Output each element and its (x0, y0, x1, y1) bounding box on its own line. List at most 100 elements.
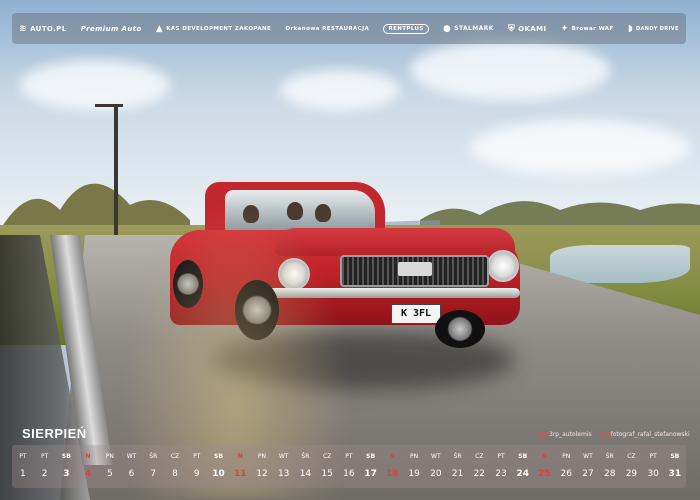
calendar-day: PT 2 (34, 445, 56, 488)
shield-icon: ⛨ (507, 23, 516, 34)
calendar-day: N 25 (534, 445, 556, 488)
eagle-icon: ✦ (560, 23, 569, 34)
day-number: 30 (647, 469, 659, 479)
sponsor-name: Orkanowa RESTAURACJA (285, 25, 370, 32)
day-number: 23 (495, 469, 507, 479)
sponsor-logo: ✦ Browar WAF (561, 24, 614, 34)
day-number: 11 (233, 469, 247, 479)
weekday-label: CZ (627, 453, 636, 460)
car-logo-icon: ≋ (19, 23, 28, 34)
calendar-day: ŚR 21 (447, 445, 469, 488)
weekday-label: WT (431, 453, 441, 460)
weekday-label: ŚR (605, 453, 614, 460)
calendar-day: CZ 15 (316, 445, 338, 488)
calendar-day: PN 12 (251, 445, 273, 488)
weekday-label: ŚR (149, 453, 158, 460)
calendar-day: PN 19 (403, 445, 425, 488)
calendar-day: WT 13 (273, 445, 295, 488)
day-number: 24 (516, 469, 530, 479)
utility-pole (114, 106, 118, 241)
calendar-day: PT 23 (490, 445, 512, 488)
weekday-label: PN (410, 453, 419, 460)
weekday-label: ŚR (453, 453, 462, 460)
weekday-label: N (237, 453, 243, 460)
day-number: 16 (343, 469, 355, 479)
cloud (280, 70, 400, 110)
day-number: 31 (668, 469, 682, 479)
weekday-label: CZ (170, 453, 180, 460)
sponsor-logo: ● STALMARK (443, 24, 494, 34)
day-number: 26 (560, 469, 572, 479)
cloud (20, 60, 170, 110)
day-number: 19 (408, 469, 420, 479)
weekday-label: PN (105, 453, 114, 460)
calendar-day: WT 6 (121, 445, 143, 488)
weekday-label: SB (670, 453, 680, 460)
day-number: 5 (106, 469, 113, 479)
weekday-label: WT (126, 453, 137, 460)
calendar-day: ŚR 7 (142, 445, 164, 488)
weekday-label: WT (278, 453, 289, 460)
license-plate: K 3FL (391, 304, 441, 324)
weekday-label: CZ (322, 453, 332, 460)
weekday-label: N (85, 453, 91, 460)
day-number: 4 (84, 469, 92, 479)
photo-credits: 3rp_autolemis fotograf_rafal_stefanowski (540, 431, 690, 438)
weekday-label: PT (40, 453, 49, 460)
sponsor-logo: ⛨ OKAMI (508, 24, 547, 34)
weekday-label: WT (583, 453, 593, 460)
day-number: 27 (582, 469, 594, 479)
calendar-page: K 3FL ≋ AUTO.PL Premium Auto ▲ KAS DEVELOP… (0, 0, 700, 500)
calendar-day: SB 31 (664, 445, 686, 488)
day-number: 7 (150, 469, 157, 479)
weekday-label: PT (19, 453, 27, 460)
sponsor-name: DANDY DRIVE (635, 25, 679, 32)
weekday-label: N (389, 453, 395, 460)
calendar-day: CZ 22 (468, 445, 490, 488)
cloud (410, 40, 610, 100)
mountain-icon: ▲ (155, 23, 164, 34)
day-number: 1 (20, 469, 26, 479)
weekday-label: N (541, 453, 547, 460)
calendar-day: SB 17 (360, 445, 382, 488)
sponsor-name: RENTPLUS (383, 23, 429, 34)
weekday-label: SB (61, 453, 71, 460)
utility-pole-arm (95, 104, 123, 107)
day-number: 25 (538, 469, 551, 479)
sponsor-logo: ≋ AUTO.PL (19, 24, 66, 34)
day-number: 12 (256, 469, 268, 479)
calendar-day: N4 (77, 445, 99, 488)
sponsor-name: STALMARK (454, 25, 494, 32)
calendar-day: PN 5 (99, 445, 121, 488)
day-number: 20 (430, 469, 442, 479)
sponsor-logo: ◗ DANDY DRIVE (628, 24, 679, 34)
day-number: 10 (212, 469, 225, 479)
calendar-day: PT 1 (12, 445, 34, 488)
drop-icon: ● (442, 23, 452, 34)
sponsor-name: KAS DEVELOPMENT ZAKOPANE (166, 25, 272, 32)
calendar-day: SB 24 (512, 445, 534, 488)
sponsor-logo: Premium Auto (81, 25, 142, 33)
credit-handle: fotograf_rafal_stefanowski (610, 431, 690, 438)
calendar-day: CZ 29 (621, 445, 643, 488)
calendar-day: PT 16 (338, 445, 360, 488)
calendar-day: WT 20 (425, 445, 447, 488)
weekday-label: PT (193, 453, 201, 460)
day-number: 22 (473, 469, 486, 479)
day-number: 29 (625, 469, 638, 479)
day-number: 3 (63, 469, 70, 479)
day-number: 28 (603, 469, 616, 479)
calendar-day: PT 9 (186, 445, 208, 488)
sponsor-logo: Orkanowa RESTAURACJA (285, 26, 369, 32)
river (550, 245, 690, 283)
day-number: 13 (277, 469, 290, 479)
weekday-label: PT (497, 453, 505, 460)
calendar-day: ŚR 28 (599, 445, 621, 488)
calendar-day: ŚR 14 (295, 445, 317, 488)
sponsor-name: Browar WAF (571, 25, 614, 32)
calendar-day: CZ 8 (164, 445, 186, 488)
weekday-label: CZ (475, 453, 484, 460)
credit-instagram: 3rp_autolemis (540, 431, 592, 438)
weekday-label: PN (562, 453, 571, 460)
front-right-wheel (435, 310, 485, 348)
